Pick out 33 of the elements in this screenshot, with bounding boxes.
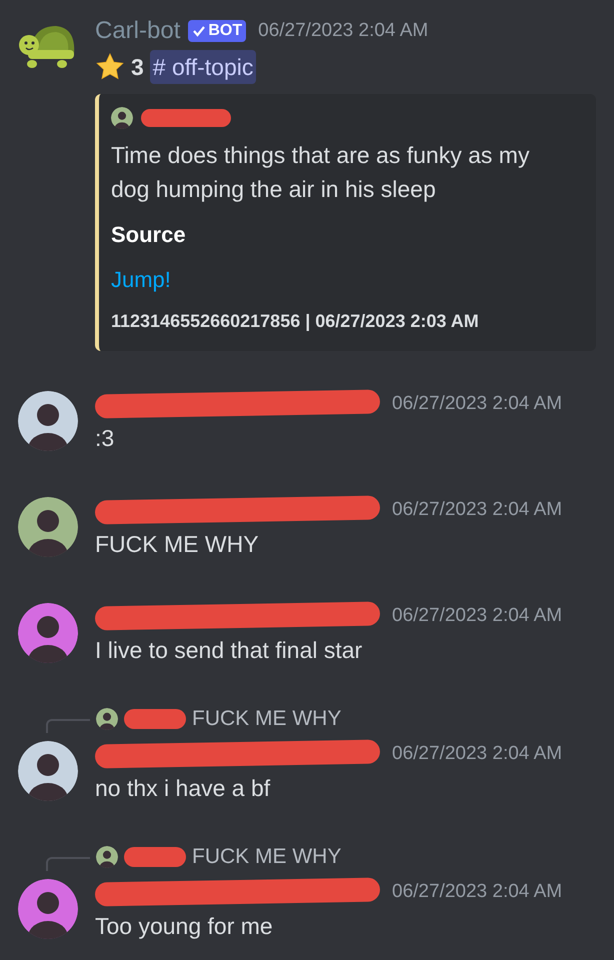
avatar[interactable] <box>111 107 133 129</box>
avatar[interactable] <box>18 879 78 939</box>
avatar[interactable] <box>18 391 78 451</box>
message-text: Too young for me <box>95 912 274 941</box>
star-icon <box>95 52 125 82</box>
embed-footer: 1123146552660217856 | 06/27/2023 2:03 AM <box>111 308 584 335</box>
avatar[interactable] <box>96 708 118 730</box>
reply-text[interactable]: FUCK ME WHY <box>192 703 342 735</box>
bot-badge: BOT <box>188 20 246 42</box>
avatar[interactable] <box>18 497 78 557</box>
avatar[interactable] <box>18 741 78 801</box>
timestamp: 06/27/2023 2:04 AM <box>258 18 428 43</box>
avatar[interactable] <box>96 846 118 868</box>
message-text: no thx i have a bf <box>95 774 272 803</box>
timestamp: 06/27/2023 2:04 AM <box>392 392 562 416</box>
reply-text[interactable]: FUCK ME WHY <box>192 841 342 873</box>
timestamp: 06/27/2023 2:04 AM <box>392 880 562 904</box>
check-icon <box>192 24 206 38</box>
message-text: FUCK ME WHY <box>95 530 260 559</box>
jump-link[interactable]: Jump! <box>111 263 171 296</box>
star-count: 3 <box>131 52 144 82</box>
embed-description: Time does things that are as funky as my dog humping the air in his sleep <box>111 141 530 204</box>
timestamp: 06/27/2023 2:04 AM <box>392 604 562 628</box>
reply-spine <box>46 857 90 871</box>
avatar[interactable] <box>18 603 78 663</box>
channel-mention[interactable]: # off-topic <box>150 50 256 84</box>
author-name[interactable]: Carl-bot <box>95 13 180 49</box>
reply-spine <box>46 719 90 733</box>
field-name: Source <box>111 221 187 249</box>
message-text: I live to send that final star <box>95 636 364 665</box>
timestamp: 06/27/2023 2:04 AM <box>392 742 562 766</box>
timestamp: 06/27/2023 2:04 AM <box>392 498 562 522</box>
message-text: :3 <box>95 424 116 453</box>
